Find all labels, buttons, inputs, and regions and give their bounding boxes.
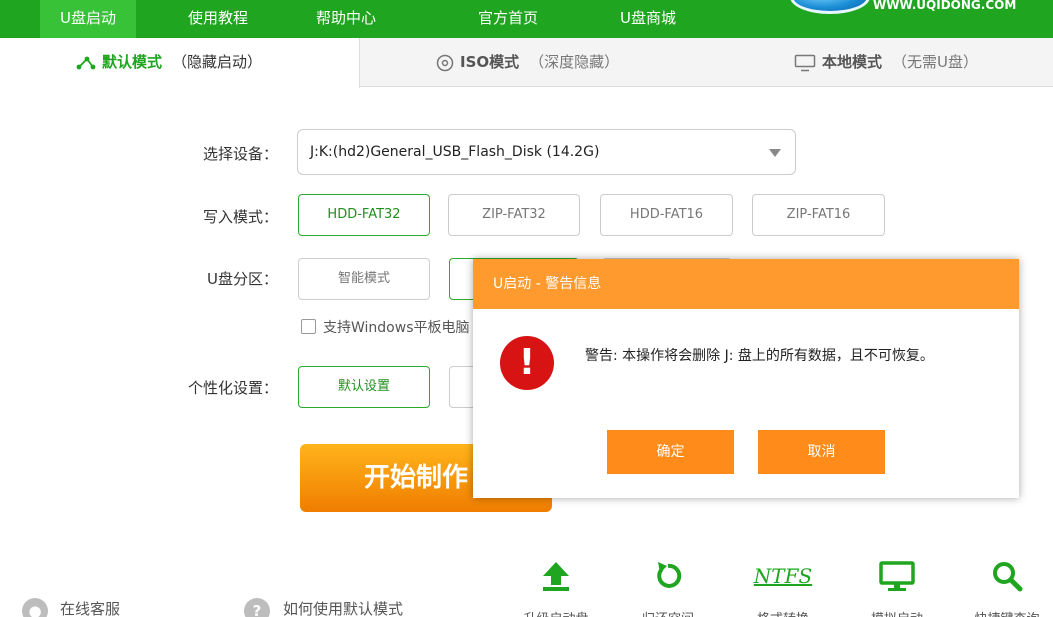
dialog-message: 警告: 本操作将会删除 J: 盘上的所有数据，且不可恢复。 <box>585 348 934 364</box>
write-option-hdd-fat16[interactable]: HDD-FAT16 <box>600 194 733 236</box>
tool-label: 模拟启动 <box>862 608 932 617</box>
ntfs-icon: NTFS <box>748 564 818 588</box>
tool-restore[interactable]: 归还空间 <box>633 560 703 617</box>
disc-icon <box>436 54 454 71</box>
cancel-button[interactable]: 取消 <box>758 430 885 474</box>
brand-logo <box>790 0 870 14</box>
write-option-zip-fat32[interactable]: ZIP-FAT32 <box>448 194 580 236</box>
warning-icon: ! <box>500 336 554 390</box>
personalize-option-default[interactable]: 默认设置 <box>298 366 430 408</box>
ntfs-glyph: NTFS <box>753 564 813 588</box>
tab-iso-mode[interactable]: ISO模式 （深度隐藏） <box>436 38 716 87</box>
app-window: U盘启动 使用教程 帮助中心 官方首页 U盘商城 WWW.UQIDONG.COM… <box>0 0 1053 617</box>
chevron-down-icon <box>769 149 781 157</box>
tool-ntfs[interactable]: NTFS 格式转换 <box>748 560 818 617</box>
write-option-zip-fat16[interactable]: ZIP-FAT16 <box>752 194 885 236</box>
device-select[interactable]: J:K:(hd2)General_USB_Flash_Disk (14.2G) <box>297 129 796 175</box>
tab-default-mode[interactable]: 默认模式 （隐藏启动） <box>0 38 360 88</box>
howto-default-mode-link[interactable]: 如何使用默认模式 <box>283 598 403 617</box>
nav-tab-homepage[interactable]: 官方首页 <box>460 0 556 38</box>
monitor-icon <box>794 54 816 71</box>
tool-upgrade[interactable]: 升级启动盘 <box>521 560 591 617</box>
help-question-icon: ? <box>244 598 270 617</box>
search-icon <box>993 562 1023 592</box>
online-service-link[interactable]: 在线客服 <box>60 598 120 617</box>
nav-tab-help[interactable]: 帮助中心 <box>298 0 394 38</box>
tablet-support-checkbox[interactable] <box>301 319 316 334</box>
ok-button[interactable]: 确定 <box>607 430 734 474</box>
mode-note: （深度隐藏） <box>529 53 620 71</box>
write-option-hdd-fat32[interactable]: HDD-FAT32 <box>298 194 430 236</box>
tool-hotkey[interactable]: 快捷键查询 <box>972 560 1042 617</box>
tool-label: 快捷键查询 <box>972 608 1042 617</box>
brand-url: WWW.UQIDONG.COM <box>873 0 1017 12</box>
mode-tabs: 默认模式 （隐藏启动） ISO模式 （深度隐藏） 本地模式 （无需U盘） <box>0 38 1053 88</box>
mode-note: （无需U盘） <box>892 53 978 71</box>
tool-simulate[interactable]: 模拟启动 <box>862 560 932 617</box>
tab-local-mode[interactable]: 本地模式 （无需U盘） <box>794 38 1053 87</box>
mode-name: 本地模式 <box>822 53 883 71</box>
partition-label: U盘分区： <box>207 270 278 288</box>
customer-service-icon: ● <box>22 598 48 617</box>
write-mode-label: 写入模式： <box>202 208 278 226</box>
top-nav: U盘启动 使用教程 帮助中心 官方首页 U盘商城 WWW.UQIDONG.COM <box>0 0 1053 38</box>
upload-arrow-icon <box>543 562 569 591</box>
warning-dialog: U启动 - 警告信息 ! 警告: 本操作将会删除 J: 盘上的所有数据，且不可恢… <box>473 259 1019 498</box>
dialog-title: U启动 - 警告信息 <box>473 259 1019 309</box>
mode-name: 默认模式 <box>102 53 163 71</box>
restore-icon <box>657 562 682 588</box>
device-select-value: J:K:(hd2)General_USB_Flash_Disk (14.2G) <box>310 144 600 160</box>
nav-tab-udisk-boot[interactable]: U盘启动 <box>40 0 136 38</box>
mode-name: ISO模式 <box>460 53 520 71</box>
nav-tab-tutorial[interactable]: 使用教程 <box>170 0 266 38</box>
share-nodes-icon <box>76 56 96 69</box>
nav-tab-shop[interactable]: U盘商城 <box>600 0 696 38</box>
tool-label: 归还空间 <box>633 608 703 617</box>
mode-note: （隐藏启动） <box>172 53 263 71</box>
personalize-label: 个性化设置： <box>187 379 278 397</box>
tablet-support-label: 支持Windows平板电脑 <box>323 320 470 336</box>
tool-label: 格式转换 <box>748 608 818 617</box>
tool-label: 升级启动盘 <box>521 608 591 617</box>
device-label: 选择设备： <box>202 145 278 163</box>
partition-option-smart[interactable]: 智能模式 <box>298 258 430 300</box>
monitor-icon <box>879 561 915 591</box>
